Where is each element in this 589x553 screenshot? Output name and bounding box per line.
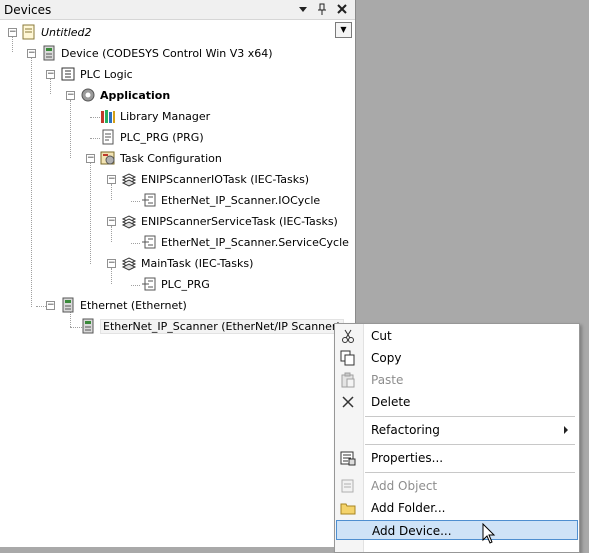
panel-titlebar: Devices	[0, 0, 355, 20]
task-configuration-label: Task Configuration	[120, 151, 222, 165]
task-icon	[121, 255, 137, 271]
project-icon	[21, 24, 37, 40]
tree-node-application[interactable]: Application	[80, 86, 170, 104]
collapse-io-task-toggle[interactable]: −	[107, 175, 116, 184]
menu-label-add-folder: Add Folder...	[371, 501, 446, 515]
menu-item-add-device[interactable]: Add Device...	[336, 520, 578, 540]
tree-node-scanner[interactable]: EtherNet_IP_Scanner (EtherNet/IP Scanner…	[80, 317, 344, 335]
tree-node-io-cycle[interactable]: EtherNet_IP_Scanner.IOCycle	[141, 191, 320, 209]
menu-item-paste[interactable]: Paste	[336, 370, 578, 390]
folder-icon	[340, 500, 356, 516]
menu-item-copy[interactable]: Copy	[336, 348, 578, 368]
collapse-main-task-toggle[interactable]: −	[107, 259, 116, 268]
tree-node-plc-logic[interactable]: PLC Logic	[60, 65, 133, 83]
program-call-icon	[141, 192, 157, 208]
menu-separator	[365, 416, 575, 417]
menu-label-delete: Delete	[371, 395, 411, 409]
pou-icon	[100, 129, 116, 145]
collapse-task-config-toggle[interactable]: −	[86, 154, 95, 163]
menu-item-refactoring[interactable]: Refactoring	[336, 420, 578, 440]
device-icon	[60, 297, 76, 313]
tree-node-task-configuration[interactable]: Task Configuration	[100, 149, 222, 167]
root-label: Untitled2	[41, 25, 92, 39]
enip-io-task-label: ENIPScannerIOTask (IEC-Tasks)	[141, 172, 310, 186]
menu-label-add-object: Add Object	[371, 479, 438, 493]
ethernet-label: Ethernet (Ethernet)	[80, 298, 187, 312]
devices-panel: Devices ▼ − Untitled2 − Device (CODESYS …	[0, 0, 356, 547]
menu-label-paste: Paste	[371, 373, 404, 387]
collapse-device-toggle[interactable]: −	[27, 49, 36, 58]
collapse-plc-logic-toggle[interactable]: −	[46, 70, 55, 79]
device-icon	[41, 45, 57, 61]
plc-logic-label: PLC Logic	[80, 67, 133, 81]
plc-logic-icon	[60, 66, 76, 82]
collapse-application-toggle[interactable]: −	[66, 91, 75, 100]
scissors-icon	[340, 328, 356, 344]
context-menu: Cut Copy Paste Delete Refactoring Proper…	[334, 323, 580, 553]
menu-item-delete[interactable]: Delete	[336, 392, 578, 412]
collapse-root-toggle[interactable]: −	[8, 28, 17, 37]
library-icon	[100, 108, 116, 124]
gear-icon	[80, 87, 96, 103]
tree-node-main-task[interactable]: MainTask (IEC-Tasks)	[121, 254, 253, 272]
main-task-label: MainTask (IEC-Tasks)	[141, 256, 254, 270]
tree-node-device[interactable]: Device (CODESYS Control Win V3 x64)	[41, 44, 273, 62]
library-manager-label: Library Manager	[120, 109, 211, 123]
properties-icon	[340, 450, 356, 466]
menu-item-properties[interactable]: Properties...	[336, 448, 578, 468]
task-icon	[121, 213, 137, 229]
enip-service-task-label: ENIPScannerServiceTask (IEC-Tasks)	[141, 214, 338, 228]
menu-label-properties: Properties...	[371, 451, 444, 465]
copy-icon	[340, 350, 356, 366]
program-call-icon	[141, 276, 157, 292]
device-label: Device (CODESYS Control Win V3 x64)	[61, 46, 273, 60]
application-label: Application	[100, 88, 171, 102]
menu-label-refactoring: Refactoring	[371, 423, 440, 437]
device-icon	[80, 318, 96, 334]
panel-dropdown-icon[interactable]	[296, 2, 310, 16]
tree-node-main-plc-prg[interactable]: PLC_PRG	[141, 275, 210, 293]
tree-node-ethernet[interactable]: Ethernet (Ethernet)	[60, 296, 187, 314]
menu-label-copy: Copy	[371, 351, 402, 365]
io-cycle-label: EtherNet_IP_Scanner.IOCycle	[161, 193, 321, 207]
add-object-icon	[340, 478, 356, 494]
task-configuration-icon	[100, 150, 116, 166]
mouse-cursor-icon	[482, 523, 496, 544]
main-plc-prg-label: PLC_PRG	[161, 277, 210, 291]
tree-node-root[interactable]: Untitled2	[21, 23, 92, 41]
close-icon[interactable]	[335, 2, 349, 16]
task-icon	[121, 171, 137, 187]
menu-label-add-device: Add Device...	[372, 524, 452, 538]
paste-icon	[340, 372, 356, 388]
delete-icon	[340, 394, 356, 410]
plc-prg-label: PLC_PRG (PRG)	[120, 130, 204, 144]
collapse-ethernet-toggle[interactable]: −	[46, 301, 55, 310]
panel-title: Devices	[4, 3, 52, 17]
menu-item-cut[interactable]: Cut	[336, 326, 578, 346]
collapse-service-task-toggle[interactable]: −	[107, 217, 116, 226]
menu-separator	[365, 444, 575, 445]
tree-node-enip-io-task[interactable]: ENIPScannerIOTask (IEC-Tasks)	[121, 170, 309, 188]
menu-separator	[365, 472, 575, 473]
submenu-arrow-icon	[564, 426, 568, 434]
service-cycle-label: EtherNet_IP_Scanner.ServiceCycle	[161, 235, 349, 249]
program-call-icon	[141, 234, 157, 250]
tree-dropdown-button[interactable]: ▼	[335, 22, 352, 38]
menu-item-add-object[interactable]: Add Object	[336, 476, 578, 496]
menu-label-cut: Cut	[371, 329, 392, 343]
tree-node-enip-service-task[interactable]: ENIPScannerServiceTask (IEC-Tasks)	[121, 212, 338, 230]
scanner-label: EtherNet_IP_Scanner (EtherNet/IP Scanner…	[100, 318, 344, 334]
tree-node-plc-prg[interactable]: PLC_PRG (PRG)	[100, 128, 204, 146]
tree-node-service-cycle[interactable]: EtherNet_IP_Scanner.ServiceCycle	[141, 233, 349, 251]
tree-node-library-manager[interactable]: Library Manager	[100, 107, 210, 125]
menu-item-add-folder[interactable]: Add Folder...	[336, 498, 578, 518]
pin-icon[interactable]	[315, 2, 329, 16]
